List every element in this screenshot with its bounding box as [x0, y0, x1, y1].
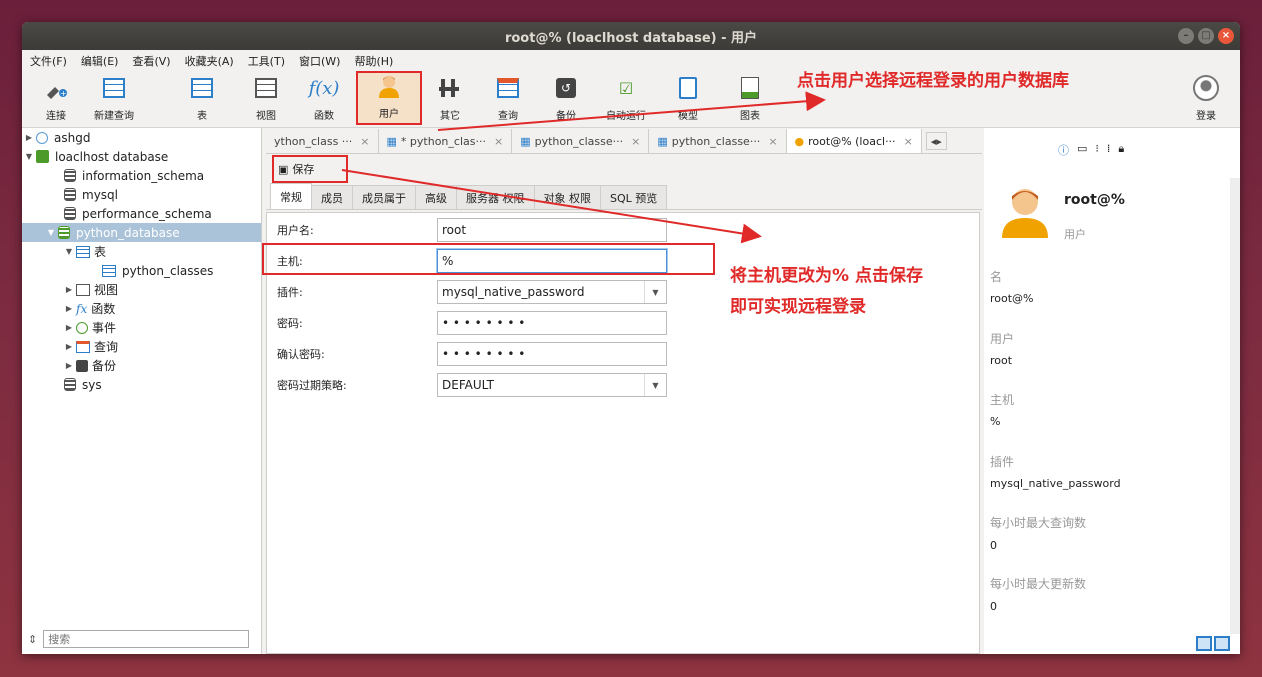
arrow-to-save-button	[341, 169, 762, 244]
annotation-arrows	[341, 91, 826, 244]
arrow-to-user-button	[437, 91, 826, 131]
